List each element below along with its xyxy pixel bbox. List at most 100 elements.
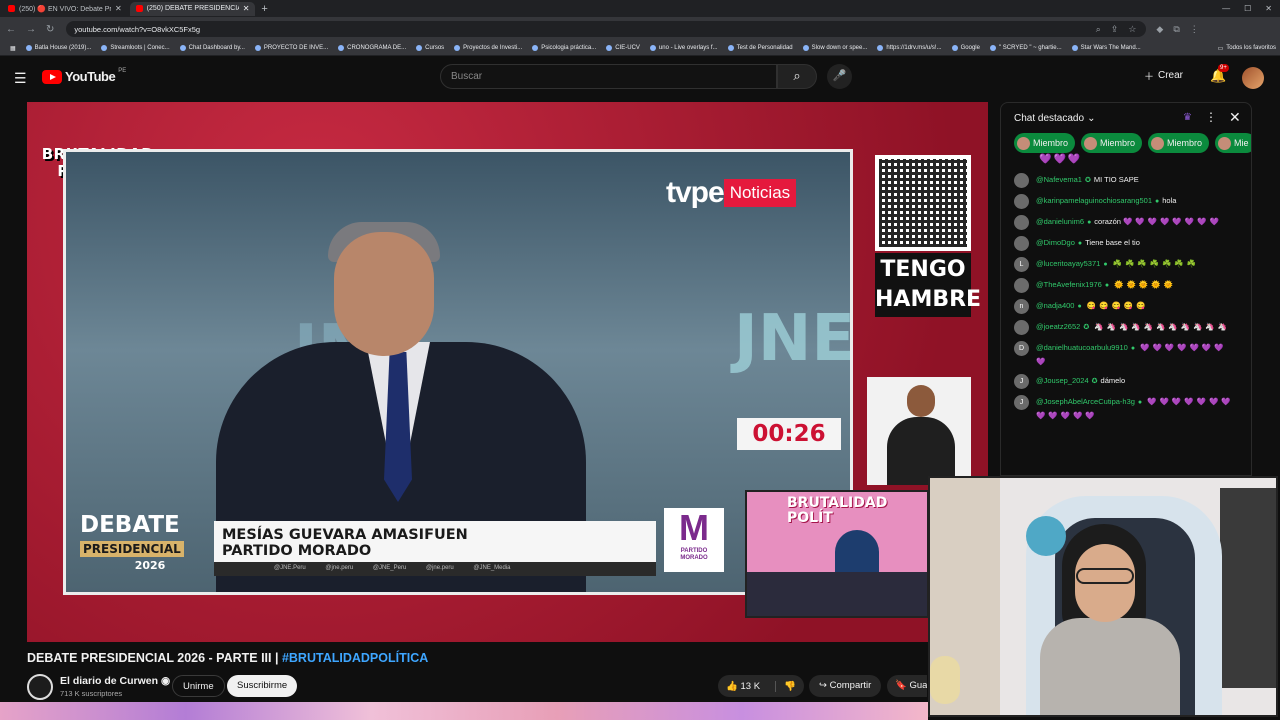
channel-avatar[interactable] [27,674,53,700]
bookmark-star-icon[interactable]: ☆ [1128,24,1136,35]
member-chip[interactable]: Miembro [1014,133,1076,153]
account-avatar[interactable] [1242,67,1264,89]
chat-avatar[interactable]: D [1014,341,1029,356]
close-tab-icon[interactable]: ✕ [115,4,122,13]
bookmark-favicon-icon [25,45,32,51]
chat-message: @danielunim6 ● corazón 💜💜💜💜💜💜💜💜 [1014,215,1243,230]
chat-author[interactable]: @karinpamelaguinochiosarang501 [1036,196,1152,205]
bookmark-item[interactable]: uno - Live overlays f... [649,45,718,51]
like-count: 13 K [740,680,761,692]
notifications-button[interactable]: 🔔 9+ [1210,64,1229,84]
subscribe-button[interactable]: Suscribirme [227,675,298,697]
hamburger-menu-icon[interactable]: ☰ [14,70,27,87]
like-button[interactable]: 👍 13 K [718,680,776,692]
menu-dots-icon[interactable]: ⋮ [1190,24,1199,35]
bookmark-item[interactable]: Slow down or spee... [802,45,867,51]
video-hashtag[interactable]: #BRUTALIDADPOLÍTICA [282,651,428,665]
chat-author[interactable]: @luceritoayay5371 [1036,259,1100,268]
share-button[interactable]: ↪ Compartir [809,675,882,697]
stream-preview-overlay: BRUTALIDAD POLÍT [745,490,929,618]
speaker-name-bar: MESÍAS GUEVARA AMASIFUEN PARTIDO MORADO [214,521,656,565]
chat-avatar[interactable] [1014,194,1029,209]
chat-author[interactable]: @joeatz2652 [1036,322,1080,331]
close-chat-icon[interactable]: ✕ [1229,109,1241,126]
all-bookmarks[interactable]: ▭ Todos los favoritos [1218,45,1280,52]
bookmark-item[interactable]: Streamloots | Conec... [101,45,170,51]
maximize-icon[interactable]: ☐ [1244,4,1251,13]
video-player[interactable]: BRUTALIDAD POLÍTICA JNE JNE tvpe Noticia… [27,102,988,642]
chat-avatar[interactable]: n [1014,299,1029,314]
bookmark-item[interactable]: https://1drv.ms/u/s!... [877,45,942,51]
bookmark-item[interactable]: Star Wars The Mand... [1071,45,1141,51]
chat-avatar[interactable]: J [1014,374,1029,389]
chat-author[interactable]: @nadja400 [1036,301,1074,310]
address-bar[interactable]: youtube.com/watch?v=O8vkXC5Fx5g ⌕ ⇪ ☆ [66,21,1147,37]
join-button[interactable]: Unirme [172,675,225,697]
chat-author[interactable]: @Jousep_2024 [1036,376,1089,385]
chat-author[interactable]: @DimoDgo [1036,238,1075,247]
search-button[interactable]: ⌕ [777,64,817,89]
browser-tab[interactable]: (250) 🔴 EN VIVO: Debate Pre ✕ [2,2,128,16]
chat-avatar[interactable] [1014,173,1029,188]
dislike-button[interactable]: 👎 [776,681,796,692]
close-tab-icon[interactable]: ✕ [243,4,250,13]
chat-author[interactable]: @JosephAbelArceCutipa-h3g [1036,397,1135,406]
more-options-icon[interactable]: ⋮ [1205,110,1217,124]
bookmark-item[interactable]: CIE-UCV [606,45,640,51]
bookmark-item[interactable]: Psicologia práctica... [532,45,596,51]
bookmark-favicon-icon [338,45,345,51]
mini-brand: BRUTALIDAD POLÍT [787,496,887,526]
chat-author[interactable]: @TheAvefenix1976 [1036,280,1102,289]
chat-author[interactable]: @Nafevema1 [1036,175,1082,184]
chat-avatar[interactable]: L [1014,257,1029,272]
apps-grid-icon[interactable]: ▦ [10,45,16,52]
search-input[interactable]: Buscar [440,64,777,89]
back-icon[interactable]: ← [6,24,16,35]
bookmark-item[interactable]: Proyectos de Investi... [454,45,522,51]
chat-avatar[interactable] [1014,320,1029,335]
voice-search-button[interactable]: 🎤 [827,64,852,89]
youtube-play-icon [42,69,62,84]
chat-emojis: 🦄🦄🦄🦄🦄🦄🦄🦄🦄🦄🦄 [1094,322,1231,331]
chat-author[interactable]: @danielunim6 [1036,217,1084,226]
save-button[interactable]: 🔖 Guardar [887,675,927,697]
bookmark-item[interactable]: Batla House (2019)... [25,45,91,51]
membership-crown-icon[interactable]: ♛ [1183,112,1192,123]
interpreter-head [907,385,935,417]
bookmark-favicon-icon [179,45,186,51]
bookmark-item[interactable]: Test de Personalidad [727,45,793,51]
bookmark-item[interactable]: CRONOGRAMA DE... [338,45,406,51]
chat-avatar[interactable] [1014,215,1029,230]
video-title: DEBATE PRESIDENCIAL 2026 - PARTE III | #… [27,651,428,665]
create-label: Crear [1158,70,1184,81]
browser-tab-active[interactable]: (250) DEBATE PRESIDENCIAL ✕ [129,1,256,16]
channel-name[interactable]: El diario de Curwen ◉ [60,675,170,687]
zoom-icon[interactable]: ⌕ [1096,24,1101,35]
chat-author[interactable]: @danielhuatucoarbulu9910 [1036,343,1128,352]
member-chip[interactable]: Miembro [1148,133,1210,153]
new-tab-icon[interactable]: + [261,3,267,15]
share-page-icon[interactable]: ⇪ [1111,24,1119,35]
member-chip[interactable]: Mie [1215,133,1251,153]
chat-emojis: 🌞🌞🌞🌞🌞 [1114,280,1176,289]
extensions-puzzle-icon[interactable]: ⧉ [1173,24,1179,35]
chat-mode-dropdown[interactable]: Chat destacado ⌄ [1014,113,1095,124]
bookmark-item[interactable]: PROYECTO DE INVE... [254,45,328,51]
chat-avatar[interactable] [1014,278,1029,293]
member-chip[interactable]: Miembro [1081,133,1143,153]
youtube-logo[interactable]: YouTube PE [42,68,126,84]
bookmark-item[interactable]: Cursos [416,45,444,51]
reload-icon[interactable]: ↻ [46,24,54,35]
chat-avatar[interactable]: J [1014,395,1029,410]
minimize-icon[interactable]: — [1222,4,1230,13]
extension-icon[interactable]: ◆ [1156,24,1163,35]
bookmark-item[interactable]: Chat Dashboard by... [179,45,245,51]
close-window-icon[interactable]: ✕ [1265,4,1272,13]
bookmark-item[interactable]: Google [951,45,980,51]
chat-avatar[interactable] [1014,236,1029,251]
create-button[interactable]: ＋ Crear [1144,68,1183,83]
forward-icon[interactable]: → [26,24,36,35]
streamer-webcam [928,476,1278,717]
bookmark-item[interactable]: " SCRYED " ~ ghartie... [989,45,1062,51]
chat-message-body: @DimoDgo ● Tiene base el tio [1036,236,1236,251]
